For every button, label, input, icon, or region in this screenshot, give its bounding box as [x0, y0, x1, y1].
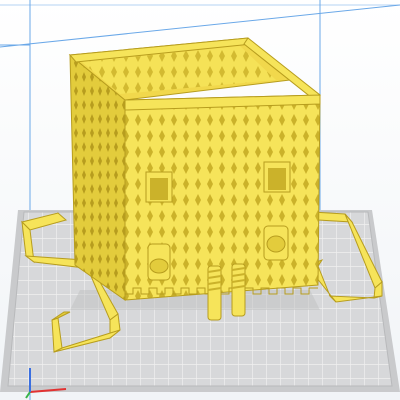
scene-canvas[interactable]	[0, 0, 400, 400]
3d-viewport[interactable]	[0, 0, 400, 400]
front-right-knob	[263, 225, 289, 261]
front-left-knob	[147, 243, 171, 281]
cube-container[interactable]	[68, 37, 322, 301]
